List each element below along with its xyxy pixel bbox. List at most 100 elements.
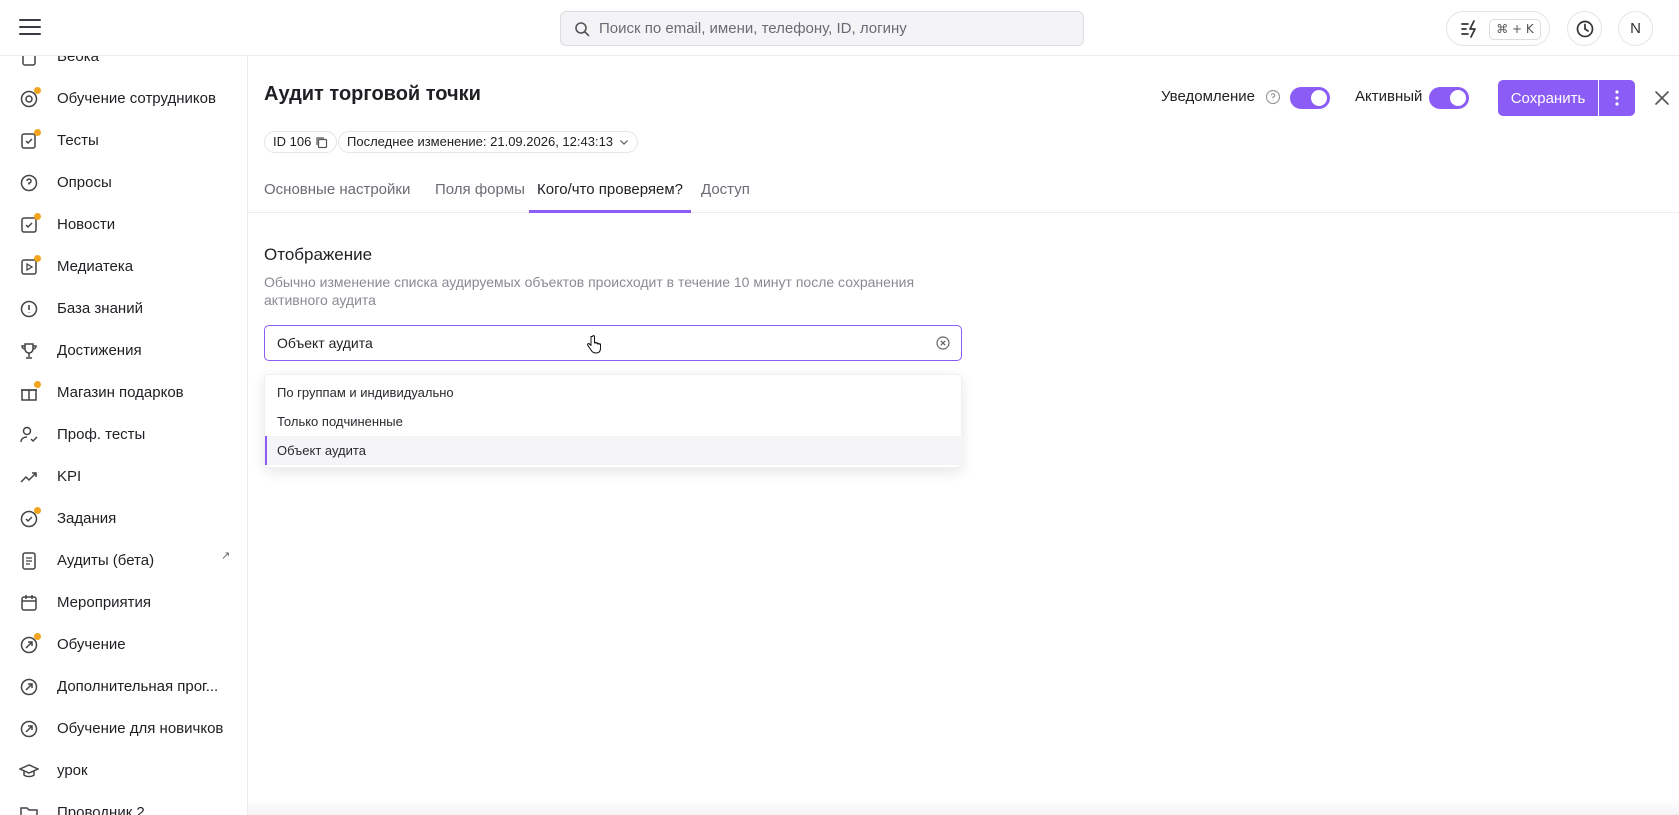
sidebar-item-news[interactable]: Новости	[0, 204, 247, 246]
dropdown-menu: По группам и индивидуально Только подчин…	[264, 374, 963, 468]
sidebar-item-label: Проводник 2	[57, 804, 145, 815]
tab-main-settings[interactable]: Основные настройки	[256, 166, 418, 213]
history-icon	[1576, 20, 1593, 37]
close-icon[interactable]	[1650, 86, 1674, 110]
tab-audit-subjects[interactable]: Кого/что проверяем?	[529, 166, 692, 213]
sidebar-item-tasks[interactable]: Задания	[0, 498, 247, 540]
avatar[interactable]: N	[1618, 11, 1653, 46]
bottom-shade	[248, 800, 1679, 815]
sidebar-item-label: Проф. тесты	[57, 426, 146, 443]
news-icon	[19, 213, 41, 235]
tabs: Основные настройки Поля формы Кого/что п…	[248, 166, 1679, 213]
menu-icon[interactable]	[19, 19, 41, 37]
tab-access[interactable]: Доступ	[693, 166, 758, 213]
media-icon	[19, 255, 41, 277]
sidebar-item-label: Тесты	[57, 132, 99, 149]
command-palette-button[interactable]: ⌘ + K	[1446, 11, 1550, 46]
program-icon	[19, 677, 39, 697]
sidebar-item-label: Дополнительная прог...	[57, 678, 219, 695]
folder-icon	[19, 803, 39, 815]
section-title: Отображение	[264, 245, 373, 264]
tab-form-fields[interactable]: Поля формы	[427, 166, 533, 213]
sidebar-item-audits[interactable]: Аудиты (бета) ↗	[0, 540, 247, 582]
sidebar-item-guide-2[interactable]: Проводник 2	[0, 792, 247, 815]
trophy-icon	[19, 341, 39, 361]
sidebar-item-label: урок	[57, 762, 88, 779]
graduation-icon	[18, 761, 40, 781]
section-description: Обычно изменение списка аудируемых объек…	[264, 274, 915, 308]
sidebar-item-label: Мероприятия	[57, 594, 152, 611]
lightning-icon	[1461, 20, 1476, 38]
sidebar-item-label: Задания	[57, 510, 117, 527]
external-link-icon: ↗	[221, 550, 231, 562]
sidebar-item-label: Медиатека	[57, 258, 134, 275]
gift-icon	[19, 381, 41, 403]
more-options-button[interactable]	[1599, 80, 1635, 116]
id-badge[interactable]: ID 106	[264, 131, 338, 153]
hand-cursor-icon	[587, 335, 601, 354]
sidebar-item-label: KPI	[57, 468, 82, 485]
page-title: Аудит торговой точки	[264, 83, 481, 105]
display-select[interactable]: Объект аудита	[264, 325, 962, 361]
main-content: Аудит торговой точки ID 106 Последнее из…	[248, 56, 1679, 815]
clear-icon[interactable]	[935, 335, 951, 351]
sidebar-item-newbie-training[interactable]: Обучение для новичков	[0, 708, 247, 750]
active-toggle[interactable]	[1429, 87, 1469, 109]
sidebar-item-lesson[interactable]: урок	[0, 750, 247, 792]
search-bar[interactable]	[560, 11, 1084, 46]
trend-icon	[19, 467, 39, 487]
sidebar-item-label: Новости	[57, 216, 116, 233]
sidebar-item-label: База знаний	[57, 300, 143, 317]
history-button[interactable]	[1567, 11, 1602, 46]
sidebar-item-label: Обучение	[57, 636, 126, 653]
notification-toggle[interactable]	[1290, 87, 1330, 109]
sidebar-item-knowledge[interactable]: База знаний	[0, 288, 247, 330]
sidebar: Веока Обучение сотрудников Тесты Опросы …	[0, 56, 248, 815]
task-icon	[19, 507, 41, 529]
active-label: Активный	[1355, 88, 1423, 105]
option-subordinates-only[interactable]: Только подчиненные	[265, 407, 963, 436]
sidebar-item-label: Обучение для новичков	[57, 720, 224, 737]
save-button[interactable]: Сохранить	[1498, 80, 1598, 116]
copy-icon[interactable]	[315, 136, 328, 149]
sidebar-item-achievements[interactable]: Достижения	[0, 330, 247, 372]
sidebar-item-label: Опросы	[57, 174, 112, 191]
sidebar-item-gift-shop[interactable]: Магазин подарков	[0, 372, 247, 414]
last-change-badge[interactable]: Последнее изменение: 21.09.2026, 12:43:1…	[338, 131, 639, 153]
sidebar-item-veoka[interactable]: Веока	[0, 56, 247, 78]
survey-icon	[19, 173, 39, 193]
at-icon	[19, 87, 41, 109]
shortcut-hint: ⌘ + K	[1489, 19, 1541, 40]
search-icon	[575, 22, 590, 37]
help-icon[interactable]	[1265, 89, 1281, 105]
option-groups-individual[interactable]: По группам и индивидуально	[265, 378, 963, 407]
sidebar-item-events[interactable]: Мероприятия	[0, 582, 247, 624]
sidebar-item-employee-training[interactable]: Обучение сотрудников	[0, 78, 247, 120]
chevron-down-icon	[620, 140, 628, 145]
id-text: ID 106	[273, 134, 312, 149]
top-bar: ⌘ + K N	[0, 0, 1679, 56]
more-vertical-icon	[1615, 90, 1619, 106]
sidebar-item-label: Веока	[57, 56, 99, 65]
knowledge-icon	[19, 299, 39, 319]
sidebar-item-label: Аудиты (бета)	[57, 552, 155, 569]
notification-label: Уведомление	[1161, 88, 1256, 105]
sidebar-item-label: Магазин подарков	[57, 384, 184, 401]
learning-icon	[19, 633, 41, 655]
user-check-icon	[19, 425, 39, 445]
calendar-icon	[19, 593, 39, 613]
last-change-text: Последнее изменение: 21.09.2026, 12:43:1…	[347, 134, 614, 149]
search-input[interactable]	[599, 12, 1069, 45]
sidebar-item-label: Обучение сотрудников	[57, 90, 216, 107]
sidebar-item-learning[interactable]: Обучение	[0, 624, 247, 666]
sidebar-item-kpi[interactable]: KPI	[0, 456, 247, 498]
sidebar-item-tests[interactable]: Тесты	[0, 120, 247, 162]
option-audit-object[interactable]: Объект аудита	[265, 436, 963, 465]
select-value: Объект аудита	[277, 335, 373, 351]
sidebar-item-prof-tests[interactable]: Проф. тесты	[0, 414, 247, 456]
sidebar-item-media[interactable]: Медиатека	[0, 246, 247, 288]
sidebar-item-surveys[interactable]: Опросы	[0, 162, 247, 204]
newbie-icon	[19, 719, 39, 739]
audit-icon	[19, 551, 39, 571]
sidebar-item-extra-program[interactable]: Дополнительная прог...	[0, 666, 247, 708]
